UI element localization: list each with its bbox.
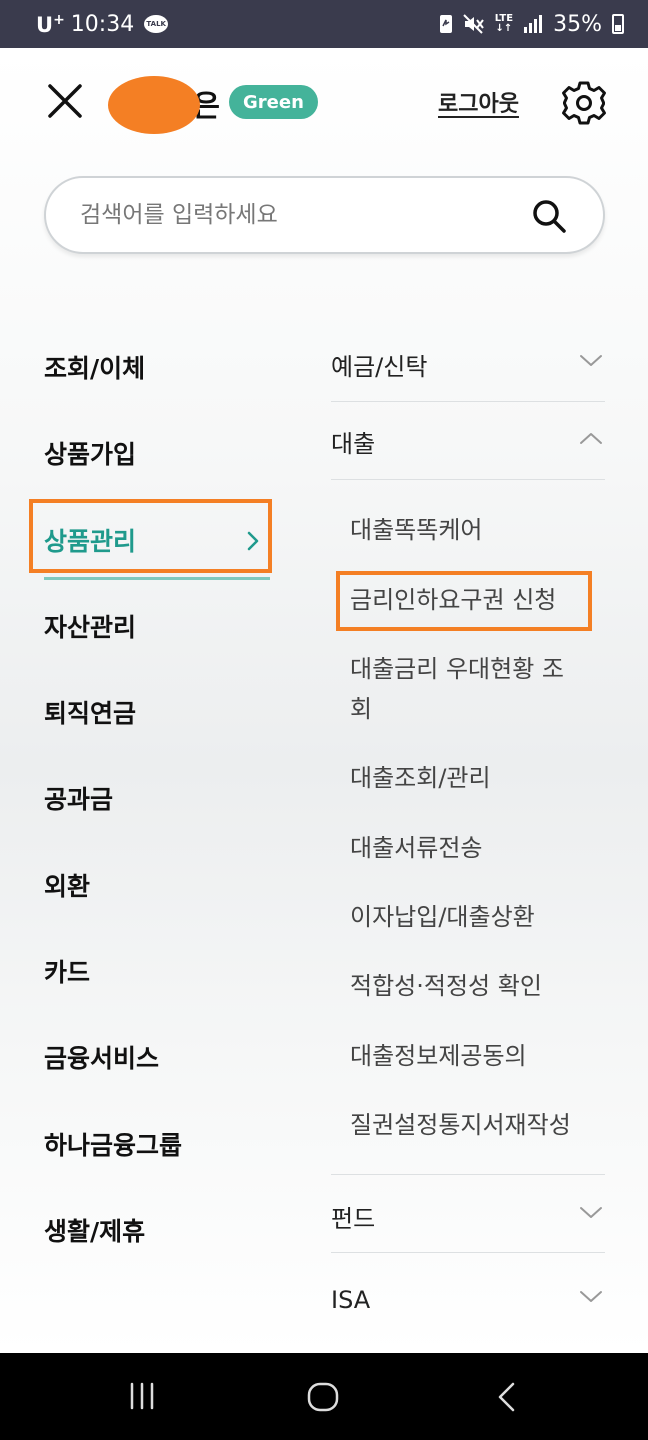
divider [331,1252,605,1253]
header: 은 Green 로그아웃 [0,48,648,158]
close-button[interactable] [44,80,86,122]
category-label: 대출 [331,429,376,458]
left-menu-item-product-signup[interactable]: 상품가입 [44,423,270,483]
status-left: U+ 10:34 TALK [36,11,169,37]
divider [331,479,605,480]
left-menu-item-retirement-pension[interactable]: 퇴직연금 [44,682,270,742]
category-label: 예금/신탁 [331,352,428,381]
loan-item-suitability-check[interactable]: 적합성·적정성 확인 [350,966,600,1006]
lte-icon: LTE ↓↑ [494,13,514,34]
category-fund[interactable]: 펀드 [331,1178,605,1254]
battery-percent: 35% [553,11,602,37]
signal-icon [523,15,543,33]
settings-button[interactable] [561,80,607,126]
nfc-icon [439,14,453,34]
category-isa[interactable]: ISA [331,1262,605,1338]
recent-apps-icon [130,1382,154,1410]
recent-apps-button[interactable] [122,1381,162,1411]
search-input[interactable] [80,178,520,252]
home-button[interactable] [306,1381,340,1413]
left-menu-item-card[interactable]: 카드 [44,941,270,1001]
loan-item-info-consent[interactable]: 대출정보제공동의 [350,1036,600,1076]
chevron-down-icon [580,1291,602,1302]
loan-item-interest-repayment[interactable]: 이자납입/대출상환 [350,897,600,937]
chevron-down-icon [580,355,602,366]
search-box [44,176,605,254]
carrier-sup: + [53,11,65,28]
divider [331,1174,605,1175]
left-menu-item-financial-services[interactable]: 금융서비스 [44,1027,270,1087]
left-menu-item-foreign-exchange[interactable]: 외환 [44,855,270,915]
left-menu-item-asset-management[interactable]: 자산관리 [44,596,270,656]
category-label: ISA [331,1286,371,1314]
category-loan[interactable]: 대출 [331,403,605,479]
clock: 10:34 [70,11,135,37]
search-button[interactable] [531,198,567,234]
back-icon [498,1382,515,1412]
close-icon [48,84,82,118]
menu-screen: 은 Green 로그아웃 조회/이체 상품가입 상품관리 자산관리 퇴직연금 공… [0,48,648,1353]
loan-item-inquiry-management[interactable]: 대출조회/관리 [350,758,600,798]
chevron-down-icon [580,1207,602,1218]
search-icon [533,200,566,233]
left-menu-item-hana-group[interactable]: 하나금융그룹 [44,1114,270,1174]
kakaotalk-notification-icon: TALK [144,15,169,33]
loan-item-pledge-notice-reissue[interactable]: 질권설정통지서재작성 [350,1105,605,1145]
battery-icon [612,14,624,34]
gear-icon [562,81,606,125]
left-menu-item-inquiry-transfer[interactable]: 조회/이체 [44,337,270,397]
loan-item-preferential-rate-status[interactable]: 대출금리 우대현황 조회 [350,649,580,729]
chevron-up-icon [580,433,602,444]
category-deposit-trust[interactable]: 예금/신탁 [331,326,605,402]
carrier-label: U+ [36,12,65,37]
divider [331,401,605,402]
system-nav-bar [0,1353,648,1440]
status-bar: U+ 10:34 TALK LTE ↓↑ 35% [0,0,648,48]
active-indicator [44,577,270,580]
highlight-box-rate-cut-request [336,571,592,631]
loan-item-smart-care[interactable]: 대출똑똑케어 [350,510,600,550]
highlight-box-product-management [29,499,272,573]
status-right: LTE ↓↑ 35% [439,12,624,37]
category-label: 펀드 [331,1204,376,1233]
redaction-mark [108,76,200,134]
mute-icon [463,14,485,34]
left-menu-item-utility-bills[interactable]: 공과금 [44,768,270,828]
back-button[interactable] [494,1381,520,1413]
grade-badge: Green [229,85,318,119]
logout-link[interactable]: 로그아웃 [438,86,519,118]
carrier-text: U [36,12,54,37]
home-icon [307,1382,339,1412]
left-menu-item-lifestyle-partners[interactable]: 생활/제휴 [44,1200,270,1260]
loan-item-document-submission[interactable]: 대출서류전송 [350,828,600,868]
